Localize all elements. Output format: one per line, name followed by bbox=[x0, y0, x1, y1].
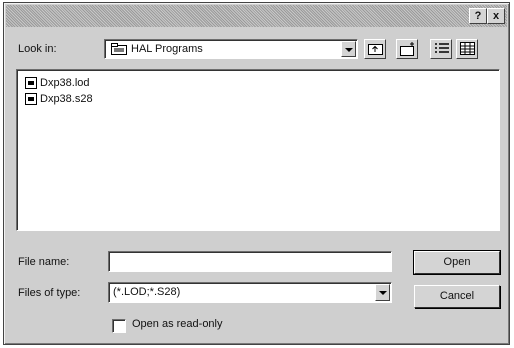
title-bar: ? x bbox=[6, 5, 507, 27]
cancel-button[interactable]: Cancel bbox=[414, 285, 500, 308]
list-view-button[interactable] bbox=[430, 39, 452, 59]
files-of-type-value: (*.LOD;*.S28) bbox=[113, 286, 181, 298]
file-name-label: File name: bbox=[18, 256, 70, 268]
read-only-label: Open as read-only bbox=[132, 318, 223, 330]
open-button[interactable]: Open bbox=[413, 250, 501, 275]
look-in-combo[interactable]: HAL Programs bbox=[104, 39, 358, 59]
file-name-text: Dxp38.lod bbox=[40, 77, 90, 89]
look-in-value: HAL Programs bbox=[131, 43, 203, 55]
look-in-dropdown-button[interactable] bbox=[341, 41, 356, 57]
read-only-checkbox[interactable] bbox=[112, 319, 126, 333]
details-view-icon bbox=[460, 42, 475, 55]
file-name-input[interactable] bbox=[108, 251, 392, 272]
open-file-dialog: ? x Look in: HAL Programs Dxp38.lod Dxp3… bbox=[3, 2, 510, 345]
file-list[interactable]: Dxp38.lod Dxp38.s28 bbox=[16, 69, 500, 231]
new-folder-button[interactable] bbox=[396, 39, 418, 59]
files-of-type-combo[interactable]: (*.LOD;*.S28) bbox=[108, 282, 392, 303]
up-folder-icon bbox=[368, 44, 383, 55]
list-item[interactable]: Dxp38.lod bbox=[25, 76, 90, 91]
files-of-type-dropdown-button[interactable] bbox=[375, 284, 390, 301]
look-in-label: Look in: bbox=[18, 43, 57, 55]
new-folder-icon bbox=[400, 42, 414, 56]
file-icon bbox=[25, 77, 37, 90]
close-button[interactable]: x bbox=[487, 8, 505, 24]
details-view-button[interactable] bbox=[456, 39, 478, 59]
up-folder-button[interactable] bbox=[364, 39, 386, 59]
files-of-type-label: Files of type: bbox=[18, 287, 81, 299]
list-view-icon bbox=[435, 43, 449, 53]
folder-icon bbox=[111, 43, 127, 55]
help-button[interactable]: ? bbox=[469, 8, 487, 24]
file-icon bbox=[25, 93, 37, 106]
list-item[interactable]: Dxp38.s28 bbox=[25, 92, 93, 107]
file-name-text: Dxp38.s28 bbox=[40, 93, 93, 105]
